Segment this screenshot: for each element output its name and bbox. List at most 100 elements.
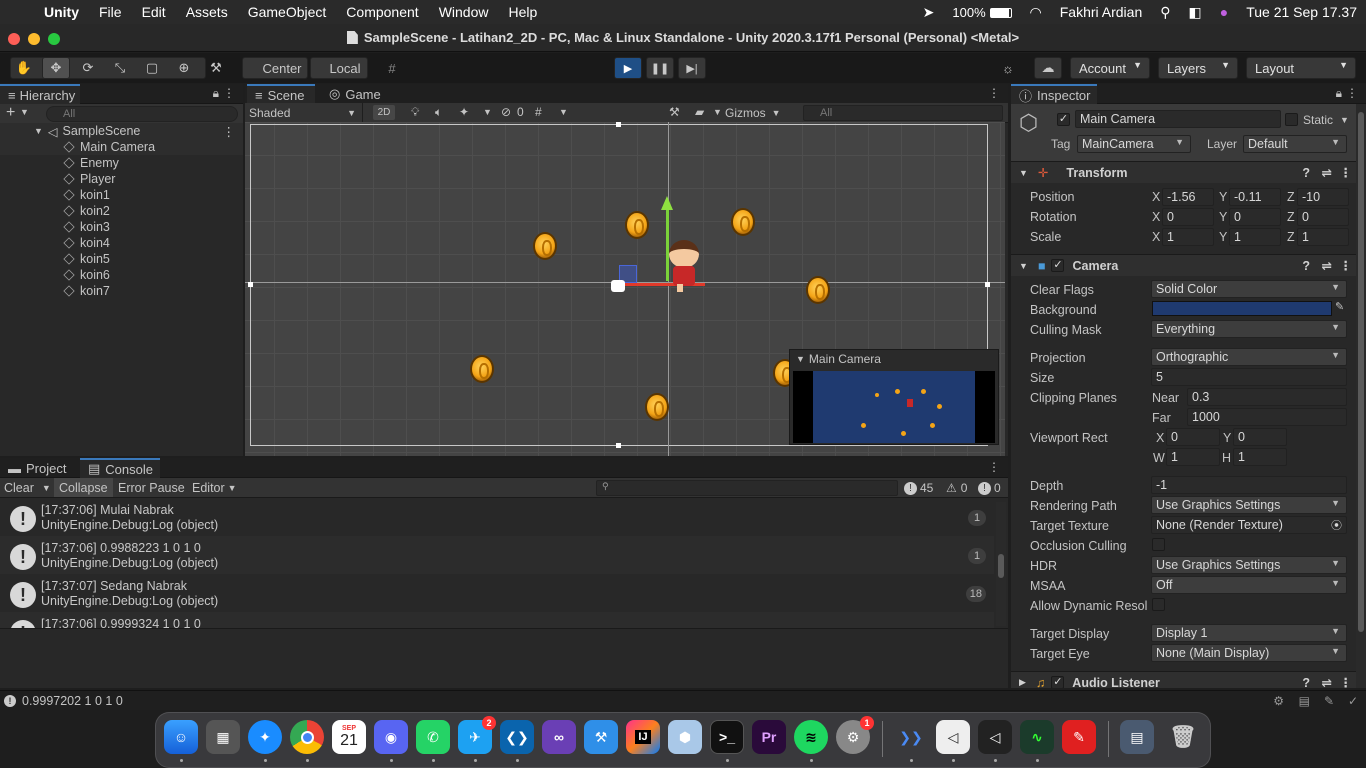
power-automate-icon[interactable]: ❯❯ <box>894 720 928 754</box>
snap-grid-icon[interactable]: # <box>380 57 404 79</box>
camera-enabled-checkbox[interactable]: ✓ <box>1051 259 1065 272</box>
near-field[interactable]: 0.3 <box>1187 388 1347 406</box>
menu-component[interactable]: Component <box>336 4 428 20</box>
activity-monitor-icon[interactable]: ∿ <box>1020 720 1054 754</box>
menu-file[interactable]: File <box>89 4 132 20</box>
chevron-right-icon[interactable]: ▶ <box>1019 677 1026 688</box>
hierarchy-item[interactable]: Player <box>0 171 243 187</box>
panel-menu-icon[interactable]: ⋮ <box>988 460 1000 474</box>
scale-x-field[interactable]: 1 <box>1162 228 1214 246</box>
projection-dropdown[interactable]: Orthographic ▼ <box>1151 348 1347 366</box>
pivot-local-toggle[interactable]: Local <box>310 57 368 79</box>
menubar-user[interactable]: Fakhri Ardian <box>1051 4 1151 20</box>
scene-viewport[interactable]: ▼ Main Camera <box>245 122 1005 456</box>
system-preferences-icon[interactable]: ⚙ 1 <box>836 716 874 754</box>
msaa-dropdown[interactable]: Off ▼ <box>1151 576 1347 594</box>
depth-field[interactable]: -1 <box>1151 476 1347 494</box>
tools-icon[interactable]: ⚒ <box>669 105 680 119</box>
tag-dropdown[interactable]: MainCamera ▼ <box>1077 135 1191 153</box>
safari-icon[interactable]: ✦ <box>248 720 282 754</box>
position-y-field[interactable]: -0.11 <box>1229 188 1281 206</box>
scrollbar-thumb[interactable] <box>1358 112 1364 632</box>
rendering-path-dropdown[interactable]: Use Graphics Settings ▼ <box>1151 496 1347 514</box>
position-z-field[interactable]: -10 <box>1297 188 1349 206</box>
chrome-icon[interactable] <box>290 720 324 754</box>
viewport-h-field[interactable]: 1 <box>1233 448 1287 466</box>
lock-icon[interactable]: 🔒︎ <box>1336 86 1342 101</box>
layer-dropdown[interactable]: Default ▼ <box>1243 135 1347 153</box>
error-pause-toggle[interactable]: Error Pause <box>118 478 185 497</box>
component-menu-icon[interactable]: ⋮ <box>1340 675 1353 688</box>
console-log-entry[interactable]: ! [17:37:06] Mulai Nabrak UnityEngine.Debu… <box>0 498 994 536</box>
battery-status[interactable]: 100% <box>943 4 1020 20</box>
coin-sprite[interactable] <box>625 211 649 239</box>
hierarchy-item[interactable]: koin2 <box>0 203 243 219</box>
help-icon[interactable]: ? <box>1302 259 1310 273</box>
background-color-swatch[interactable] <box>1152 301 1332 316</box>
auto-generate-icon[interactable]: ✓ <box>1348 694 1358 708</box>
rotate-tool-icon[interactable]: ⟳ <box>74 57 102 79</box>
premiere-icon[interactable]: Pr <box>752 720 786 754</box>
layers-dropdown[interactable]: Layers ▼ <box>1158 57 1238 79</box>
3d-app-icon[interactable]: ⬢ <box>668 720 702 754</box>
viewport-w-field[interactable]: 1 <box>1166 448 1220 466</box>
inspector-scrollbar[interactable] <box>1356 104 1366 688</box>
layout-dropdown[interactable]: Layout ▼ <box>1246 57 1356 79</box>
collapse-toggle[interactable]: Collapse <box>54 478 113 497</box>
scale-tool-icon[interactable]: ⤡ <box>106 57 134 79</box>
rotation-y-field[interactable]: 0 <box>1229 208 1281 226</box>
twitter-icon[interactable]: ✈ 2 <box>458 716 496 754</box>
tab-scene[interactable]: ≡ Scene <box>247 84 315 104</box>
far-field[interactable]: 1000 <box>1187 408 1347 426</box>
chevron-down-icon[interactable]: ▼ <box>796 354 805 364</box>
rect-tool-icon[interactable]: ▢ <box>138 57 166 79</box>
chevron-down-icon[interactable]: ▼ <box>1019 168 1028 178</box>
finder-icon[interactable]: ☺ <box>164 720 198 754</box>
hierarchy-item[interactable]: koin3 <box>0 219 243 235</box>
acrobat-icon[interactable]: ✎ <box>1062 720 1096 754</box>
collab-icon[interactable]: ☼ <box>996 57 1020 79</box>
menu-assets[interactable]: Assets <box>176 4 238 20</box>
siri-icon[interactable]: ● <box>1211 4 1237 20</box>
camera-icon[interactable]: ▰ <box>695 105 704 119</box>
warning-count-toggle[interactable]: ⚠ 0 <box>946 480 967 496</box>
visual-studio-icon[interactable]: ∞ <box>542 720 576 754</box>
object-name-field[interactable]: Main Camera <box>1075 110 1281 128</box>
target-display-dropdown[interactable]: Display 1 ▼ <box>1151 624 1347 642</box>
coin-sprite[interactable] <box>533 232 557 260</box>
eyedropper-icon[interactable]: ✎ <box>1335 300 1344 313</box>
panel-menu-icon[interactable]: ⋮ <box>223 86 235 100</box>
lighting-toggle-icon[interactable]: 💡︎ <box>411 105 419 120</box>
transform-component-header[interactable]: ▼ ✛ Transform ? ⇌ ⋮ <box>1011 161 1366 183</box>
pivot-center-toggle[interactable]: Center <box>242 57 308 79</box>
gizmos-dropdown[interactable]: Gizmos ▼ <box>725 103 781 122</box>
chevron-down-icon[interactable]: ▼ <box>713 107 722 117</box>
vscode-icon[interactable]: ❮❯ <box>500 720 534 754</box>
target-texture-field[interactable]: None (Render Texture) ⦿ <box>1151 516 1347 534</box>
tab-game[interactable]: ◎ Game <box>321 84 389 104</box>
viewport-y-field[interactable]: 0 <box>1233 428 1287 446</box>
minimize-window-button[interactable] <box>28 33 40 45</box>
component-menu-icon[interactable]: ⋮ <box>1340 258 1353 273</box>
chevron-down-icon[interactable]: ▼ <box>559 107 568 117</box>
viewport-x-field[interactable]: 0 <box>1166 428 1220 446</box>
debug-icon[interactable]: ✎ <box>1324 694 1334 708</box>
help-icon[interactable]: ? <box>1302 676 1310 689</box>
expand-arrow-icon[interactable]: ▼ <box>34 126 43 136</box>
presets-icon[interactable]: ⇌ <box>1322 258 1332 273</box>
coin-sprite[interactable] <box>731 208 755 236</box>
tab-console[interactable]: ▤ Console <box>80 458 160 478</box>
close-window-button[interactable] <box>8 33 20 45</box>
calendar-icon[interactable]: SEP 21 <box>332 720 366 754</box>
coin-sprite[interactable] <box>470 355 494 383</box>
active-checkbox[interactable]: ✓ <box>1057 113 1070 126</box>
help-icon[interactable]: ? <box>1302 166 1310 180</box>
grid-toggle-icon[interactable]: # <box>535 105 542 119</box>
rotation-z-field[interactable]: 0 <box>1297 208 1349 226</box>
tab-inspector[interactable]: ⓘ Inspector <box>1011 84 1097 104</box>
hierarchy-item[interactable]: koin6 <box>0 267 243 283</box>
discord-icon[interactable]: ◉ <box>374 720 408 754</box>
hierarchy-item[interactable]: koin7 <box>0 283 243 299</box>
control-center-icon[interactable]: ◧ <box>1180 4 1211 21</box>
object-picker-icon[interactable]: ⦿ <box>1331 517 1342 533</box>
